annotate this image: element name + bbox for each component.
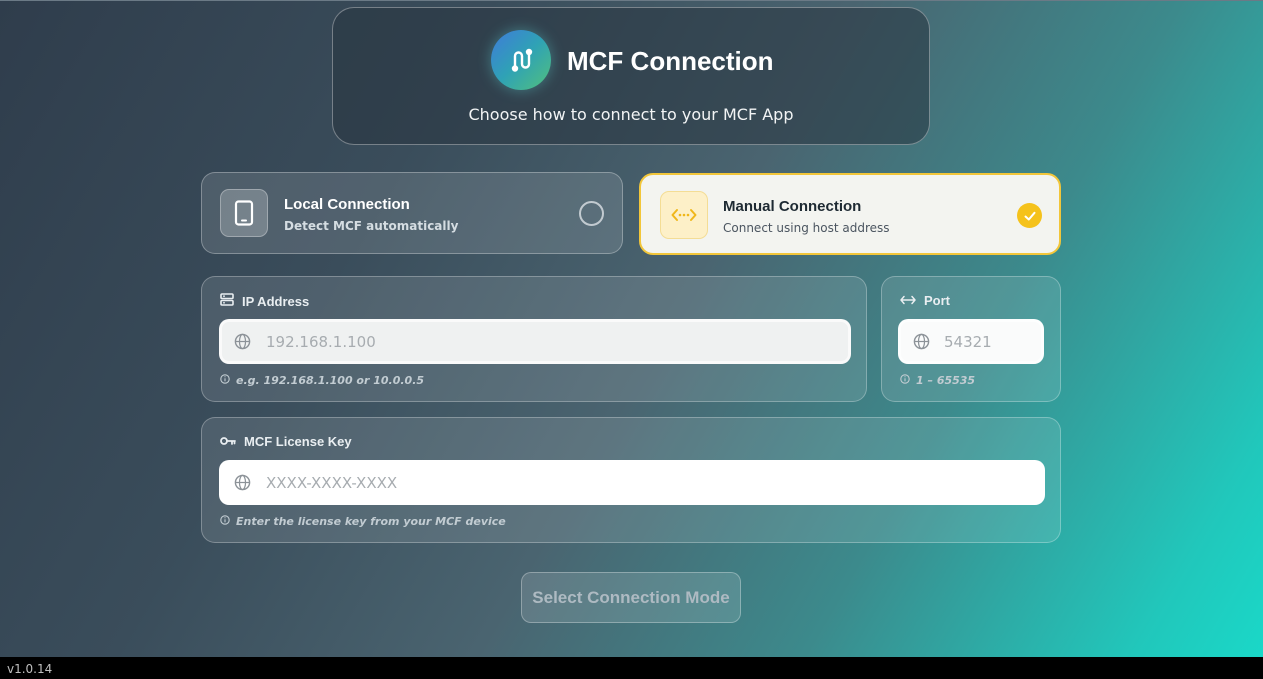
ip-address-label-row: IP Address xyxy=(220,293,309,309)
globe-icon xyxy=(913,333,930,351)
arrows-left-right-icon xyxy=(900,293,916,308)
local-connection-title: Local Connection xyxy=(284,196,410,213)
info-icon xyxy=(220,374,230,387)
manual-connection-radio[interactable] xyxy=(1017,203,1042,228)
key-icon xyxy=(220,434,236,449)
ip-address-hint: e.g. 192.168.1.100 or 10.0.0.5 xyxy=(220,374,424,387)
local-connection-description: Detect MCF automatically xyxy=(284,219,459,233)
manual-connection-title: Manual Connection xyxy=(723,198,862,215)
license-key-hint: Enter the license key from your MCF devi… xyxy=(220,515,506,528)
ip-address-input[interactable] xyxy=(266,332,767,351)
globe-icon xyxy=(234,333,252,351)
port-hint: 1 – 65535 xyxy=(900,374,975,387)
port-panel: Port 1 – 65535 xyxy=(881,276,1061,402)
port-field[interactable] xyxy=(898,319,1044,364)
port-label: Port xyxy=(924,293,950,308)
globe-icon xyxy=(234,474,252,492)
port-label-row: Port xyxy=(900,293,950,308)
manual-connection-description: Connect using host address xyxy=(723,221,890,235)
arrows-horizontal-icon xyxy=(660,191,708,239)
port-input[interactable] xyxy=(944,332,1041,351)
select-connection-mode-button[interactable]: Select Connection Mode xyxy=(521,572,741,623)
ip-address-hint-text: e.g. 192.168.1.100 or 10.0.0.5 xyxy=(236,374,425,387)
license-key-input[interactable] xyxy=(266,473,922,492)
license-key-label: MCF License Key xyxy=(244,434,352,449)
server-icon xyxy=(220,293,234,309)
tablet-icon xyxy=(220,189,268,237)
header-card: MCF Connection Choose how to connect to … xyxy=(332,7,930,145)
license-key-panel: MCF License Key Enter the license key xyxy=(201,417,1061,543)
page-subtitle: Choose how to connect to your MCF App xyxy=(468,105,794,124)
license-key-hint-text: Enter the license key from your MCF devi… xyxy=(236,515,506,528)
app-background: MCF Connection Choose how to connect to … xyxy=(0,0,1263,657)
check-icon xyxy=(1024,211,1035,220)
manual-connection-option[interactable]: Manual Connection Connect using host add… xyxy=(639,173,1061,255)
route-icon xyxy=(491,30,551,90)
info-icon xyxy=(900,374,910,387)
page-title: MCF Connection xyxy=(567,46,774,76)
local-connection-radio[interactable] xyxy=(579,201,604,226)
license-key-field[interactable] xyxy=(219,460,1045,505)
local-connection-option[interactable]: Local Connection Detect MCF automaticall… xyxy=(201,172,623,254)
ip-address-label: IP Address xyxy=(242,293,310,309)
ip-address-field[interactable] xyxy=(219,319,851,364)
version-label: v1.0.14 xyxy=(7,662,53,676)
info-icon xyxy=(220,515,230,528)
port-hint-text: 1 – 65535 xyxy=(916,374,976,387)
ip-address-panel: IP Address e.g. 192.168.1.100 or 10.0 xyxy=(201,276,867,402)
status-bar: v1.0.14 xyxy=(0,657,1263,679)
license-key-label-row: MCF License Key xyxy=(220,434,352,449)
